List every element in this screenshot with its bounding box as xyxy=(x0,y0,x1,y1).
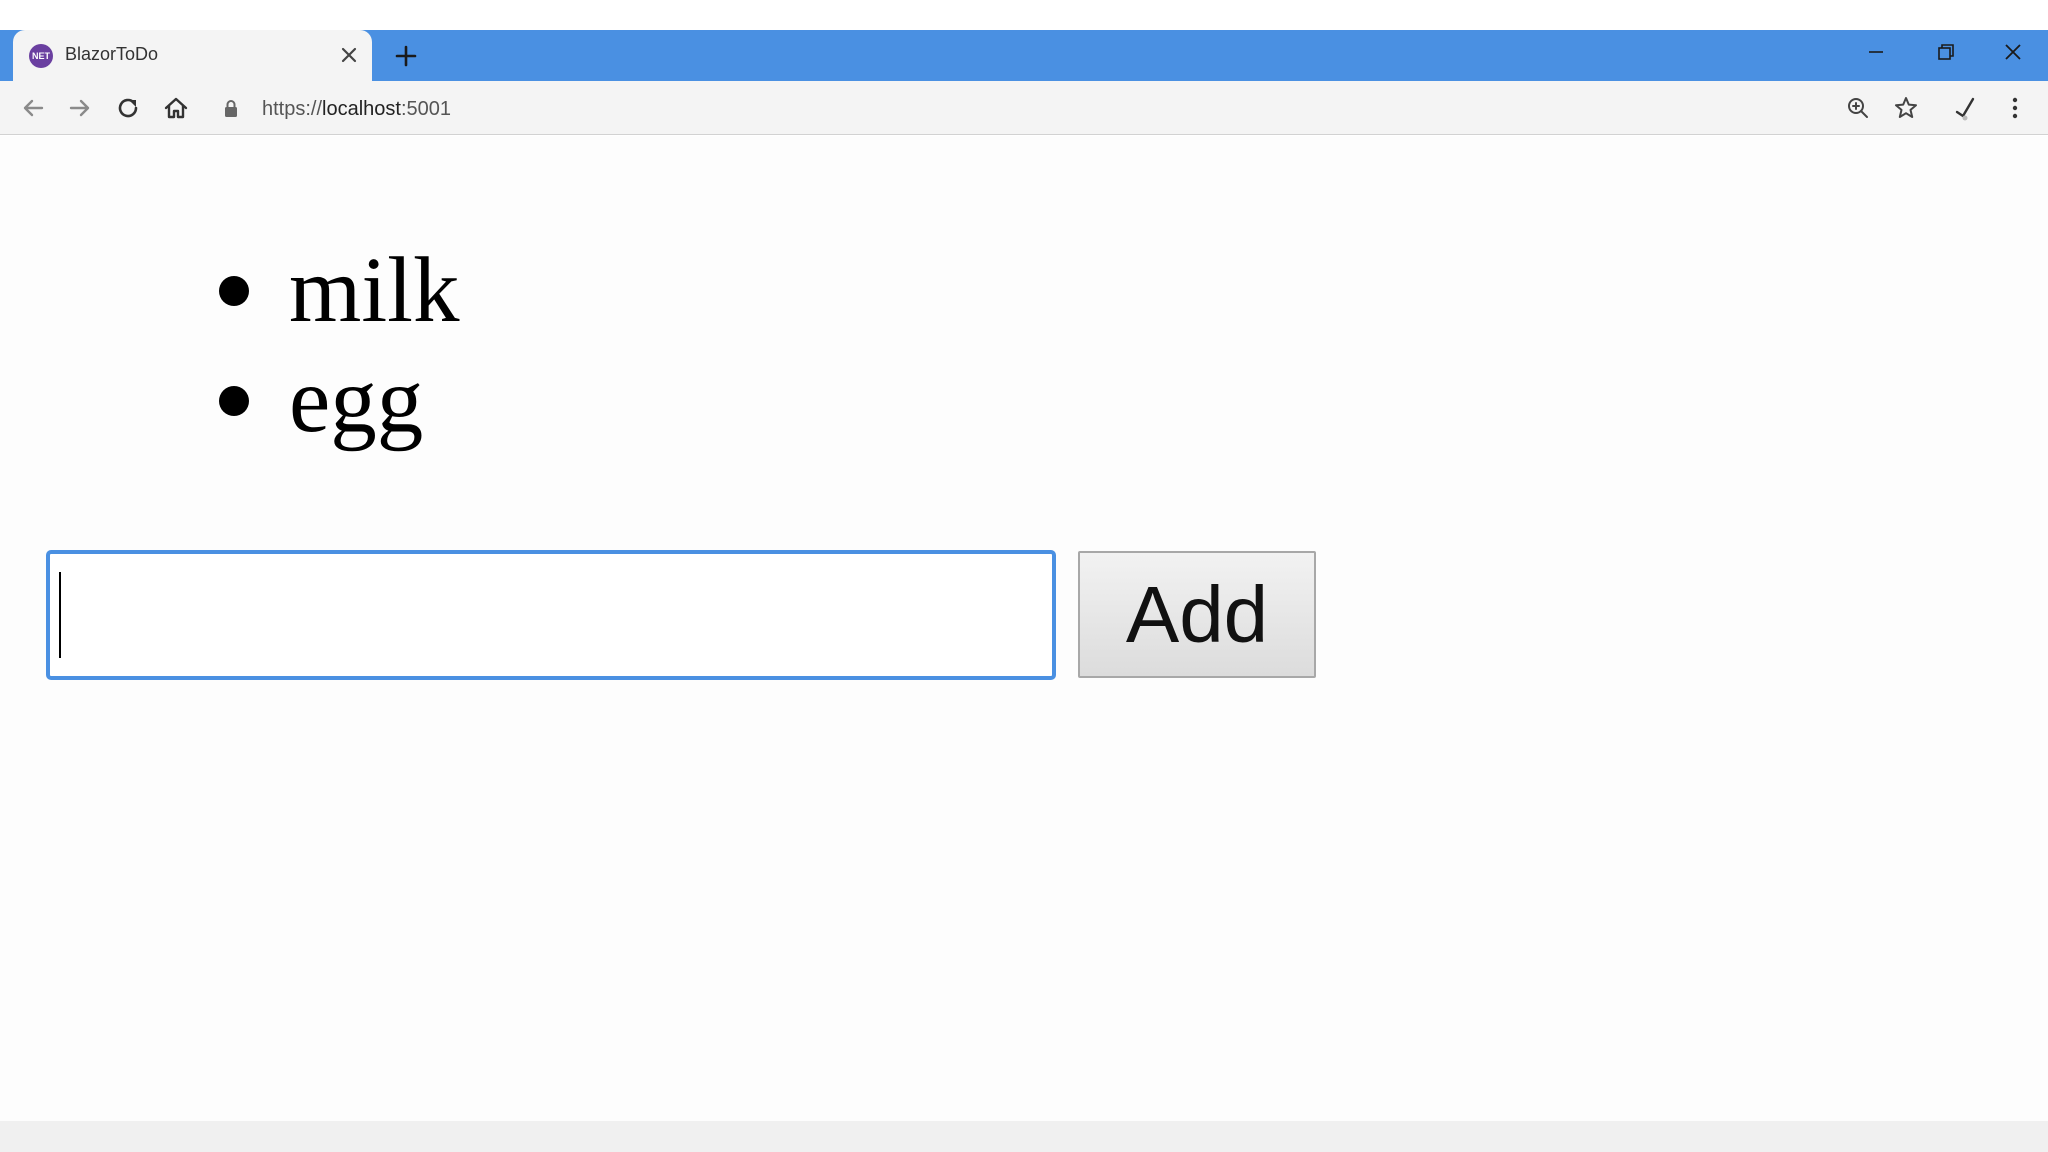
close-icon xyxy=(341,47,357,63)
url-scheme: https:// xyxy=(262,98,323,120)
back-arrow-icon xyxy=(23,99,44,117)
menu-button[interactable] xyxy=(1998,91,2032,125)
address-bar[interactable]: https://localhost:5001 xyxy=(212,89,1792,127)
todo-input[interactable] xyxy=(46,550,1056,680)
home-button[interactable] xyxy=(159,91,193,125)
url-host: localhost xyxy=(322,98,401,120)
minimize-button[interactable] xyxy=(1846,32,1906,72)
new-tab-button[interactable] xyxy=(390,40,422,72)
bookmark-button[interactable] xyxy=(1889,91,1923,125)
reload-button[interactable] xyxy=(111,91,145,125)
back-button[interactable] xyxy=(16,91,50,125)
browser-tab[interactable]: NET BlazorToDo xyxy=(13,30,372,81)
lock-icon xyxy=(225,100,237,117)
reload-icon xyxy=(118,98,138,118)
close-icon xyxy=(2005,44,2021,60)
forward-button[interactable] xyxy=(63,91,97,125)
url-text: https://localhost:5001 xyxy=(262,98,451,121)
todo-item: milk xyxy=(211,236,460,346)
bullet-icon xyxy=(219,386,249,416)
restore-icon xyxy=(1938,44,1954,60)
url-port: :5001 xyxy=(400,98,452,120)
extension-button[interactable] xyxy=(1948,91,1982,125)
zoom-button[interactable] xyxy=(1841,91,1875,125)
add-button[interactable]: Add xyxy=(1078,551,1316,678)
tab-title: BlazorToDo xyxy=(65,44,159,64)
forward-arrow-icon xyxy=(69,99,90,117)
plus-icon xyxy=(395,45,417,67)
home-icon xyxy=(164,97,188,119)
page-content: milk egg Add xyxy=(0,136,2048,1121)
todo-item-text: egg xyxy=(289,349,424,452)
todo-list: milk egg xyxy=(211,236,460,456)
todo-item: egg xyxy=(211,346,460,456)
blazor-favicon-icon: NET xyxy=(29,44,53,68)
restore-button[interactable] xyxy=(1915,32,1975,72)
bullet-icon xyxy=(219,276,249,306)
kebab-menu-icon xyxy=(2012,97,2018,119)
minimize-icon xyxy=(1869,51,1883,53)
zoom-icon xyxy=(1848,98,1868,118)
star-icon xyxy=(1895,97,1917,118)
window-close-button[interactable] xyxy=(1983,32,2043,72)
tab-close-button[interactable] xyxy=(334,40,364,70)
text-caret xyxy=(59,572,61,658)
screen-top-margin xyxy=(0,0,2048,30)
screen-bottom-margin xyxy=(0,1121,2048,1152)
extension-icon xyxy=(1955,97,1975,121)
browser-toolbar: https://localhost:5001 xyxy=(0,81,2048,135)
todo-item-text: milk xyxy=(289,239,460,342)
